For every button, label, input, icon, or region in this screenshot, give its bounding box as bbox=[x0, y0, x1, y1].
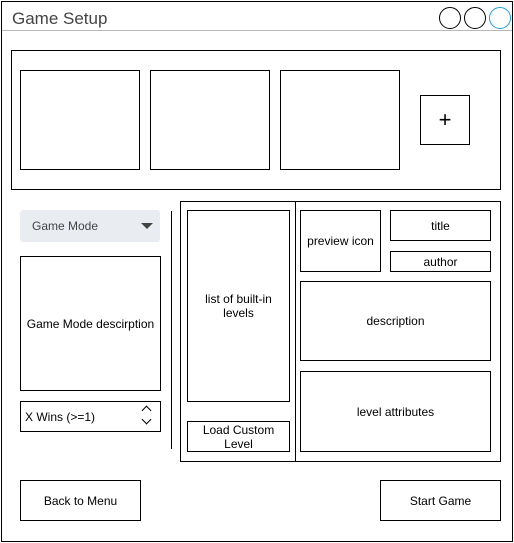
window-title: Game Setup bbox=[12, 9, 108, 28]
carousel-slot-2[interactable] bbox=[150, 70, 270, 170]
close-button[interactable] bbox=[489, 7, 511, 29]
chevron-down-icon bbox=[141, 223, 153, 229]
game-mode-value: Game Mode bbox=[32, 219, 99, 233]
add-slot-button[interactable]: + bbox=[420, 95, 470, 145]
wins-stepper[interactable]: X Wins (>=1) bbox=[20, 401, 161, 432]
level-author: author bbox=[390, 251, 491, 272]
maximize-button[interactable] bbox=[464, 7, 486, 29]
wins-stepper-label: X Wins (>=1) bbox=[25, 410, 96, 424]
panel-divider bbox=[295, 201, 296, 461]
divider bbox=[171, 211, 172, 449]
game-mode-select[interactable]: Game Mode bbox=[20, 210, 160, 242]
start-game-button[interactable]: Start Game bbox=[380, 480, 501, 521]
back-to-menu-button[interactable]: Back to Menu bbox=[20, 480, 141, 521]
level-title: title bbox=[390, 210, 491, 241]
level-preview-icon: preview icon bbox=[300, 210, 381, 272]
built-in-levels-list[interactable]: list of built-in levels bbox=[187, 210, 290, 402]
level-description: description bbox=[300, 281, 491, 361]
plus-icon: + bbox=[438, 107, 452, 132]
load-custom-level-button[interactable]: Load Custom Level bbox=[187, 421, 290, 452]
title-bar: Game Setup bbox=[2, 2, 512, 31]
carousel-slot-3[interactable] bbox=[280, 70, 400, 170]
carousel-slot-1[interactable] bbox=[20, 70, 140, 170]
level-attributes: level attributes bbox=[300, 371, 491, 452]
minimize-button[interactable] bbox=[439, 7, 461, 29]
game-mode-description: Game Mode descirption bbox=[20, 256, 161, 391]
